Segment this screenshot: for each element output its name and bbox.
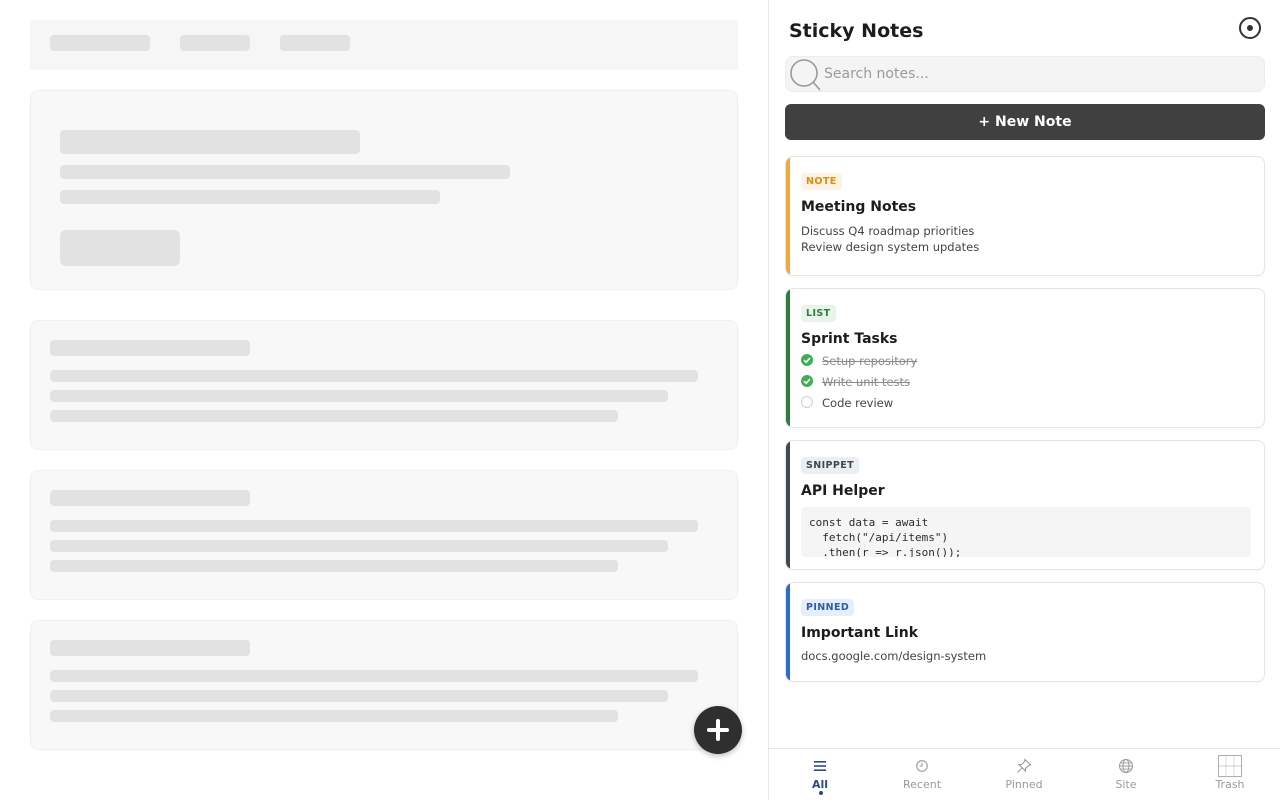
note-type-badge: NOTE [801, 173, 842, 190]
empty-circle-icon [801, 396, 813, 408]
nav-label: Trash [1215, 778, 1245, 791]
card-accent [786, 289, 790, 427]
note-title: Important Link [801, 625, 919, 641]
note-type-badge: PINNED [801, 599, 855, 616]
task-label: Code review [822, 396, 894, 410]
add-note-fab[interactable] [694, 706, 742, 754]
skeleton-line [50, 690, 668, 702]
sticky-notes-panel: Sticky Notes + New Note NOTE Meeting Not… [768, 0, 1280, 800]
nav-label: Pinned [1005, 778, 1043, 791]
active-indicator [819, 791, 823, 795]
card-accent [786, 157, 790, 275]
note-type-badge: SNIPPET [801, 457, 860, 474]
search-icon [790, 59, 821, 91]
search-input[interactable] [824, 57, 1254, 91]
globe-icon [1076, 757, 1176, 775]
skeleton-line [50, 520, 698, 532]
note-line: Review design system updates [801, 240, 980, 254]
settings-circle-icon[interactable] [1239, 17, 1261, 39]
list-icon [770, 757, 870, 775]
skeleton-line [60, 165, 510, 179]
note-title: Meeting Notes [801, 199, 917, 215]
card-accent [786, 583, 790, 681]
task-label: Setup repository [822, 354, 918, 368]
skeleton-line [60, 190, 440, 204]
nav-tab-pinned[interactable]: Pinned [974, 749, 1074, 800]
note-card-important-link[interactable]: PINNED Important Link docs.google.com/de… [785, 582, 1265, 682]
skeleton-nav-item [280, 35, 350, 51]
note-type-badge: LIST [801, 305, 836, 322]
plus-icon [707, 719, 729, 741]
skeleton-heading [50, 340, 250, 356]
note-card-api-helper[interactable]: SNIPPET API Helper const data = await fe… [785, 440, 1265, 570]
nav-label: Recent [902, 778, 942, 791]
note-link[interactable]: docs.google.com/design-system [801, 649, 986, 663]
note-body: Discuss Q4 roadmap priorities Review des… [801, 223, 979, 255]
skeleton-line [50, 410, 618, 422]
check-circle-icon [801, 375, 813, 387]
note-card-meeting[interactable]: NOTE Meeting Notes Discuss Q4 roadmap pr… [785, 156, 1265, 276]
trash-icon [1180, 755, 1280, 777]
skeleton-line [50, 560, 618, 572]
search-bar [785, 56, 1265, 92]
skeleton-nav-item [180, 35, 250, 51]
pin-icon [974, 757, 1074, 775]
skeleton-line [50, 540, 668, 552]
bottom-nav: All Recent Pinned Site Trash [769, 748, 1280, 800]
skeleton-button [60, 230, 180, 266]
nav-label: All [811, 778, 829, 791]
nav-label: Site [1115, 778, 1137, 791]
note-card-sprint-tasks[interactable]: LIST Sprint Tasks Setup repository Write… [785, 288, 1265, 428]
skeleton-heading [50, 640, 250, 656]
panel-title: Sticky Notes [789, 20, 924, 42]
skeleton-heading [60, 130, 360, 154]
nav-tab-all[interactable]: All [770, 749, 870, 800]
card-accent [786, 441, 790, 569]
new-note-button[interactable]: + New Note [785, 104, 1265, 140]
host-page-skeleton [0, 0, 768, 800]
nav-tab-trash[interactable]: Trash [1180, 749, 1280, 800]
code-snippet: const data = await fetch("/api/items") .… [801, 507, 1251, 557]
skeleton-nav-item [50, 35, 150, 51]
check-circle-icon [801, 354, 813, 366]
skeleton-line [50, 670, 698, 682]
nav-tab-recent[interactable]: Recent [872, 749, 972, 800]
skeleton-line [50, 370, 698, 382]
skeleton-line [50, 390, 668, 402]
note-line: Discuss Q4 roadmap priorities [801, 224, 975, 238]
skeleton-heading [50, 490, 250, 506]
app-root: Sticky Notes + New Note NOTE Meeting Not… [0, 0, 1280, 800]
task-label: Write unit tests [822, 375, 911, 389]
clock-icon [872, 757, 972, 775]
nav-tab-site[interactable]: Site [1076, 749, 1176, 800]
skeleton-line [50, 710, 618, 722]
note-title: Sprint Tasks [801, 331, 898, 347]
note-title: API Helper [801, 483, 885, 499]
